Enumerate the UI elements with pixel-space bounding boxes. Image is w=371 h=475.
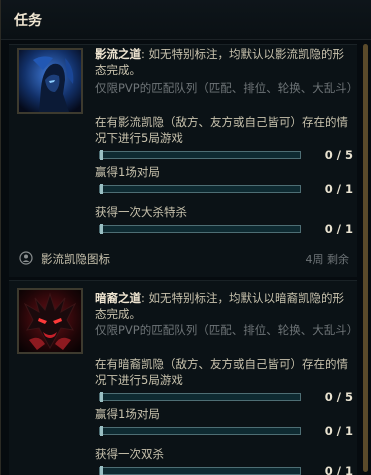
scrollbar[interactable] — [363, 44, 368, 472]
objective-text: 在有暗裔凯隐（敌方、友方或自己皆可）存在的情况下进行5局游戏 — [95, 357, 348, 387]
reward-icon — [19, 251, 33, 265]
objective-text: 赢得1场对局 — [95, 407, 160, 421]
progress-bar — [99, 426, 301, 436]
objective-text: 获得一次大杀特杀 — [95, 205, 187, 219]
objective-3: 获得一次双杀 0 / 1 — [95, 446, 353, 475]
mission-card-darkin[interactable]: 暗裔之道: 如无特别标注，均默认以暗裔凯隐的形态完成。 仅限PVP的匹配队列（匹… — [9, 280, 359, 475]
progress-bar — [99, 184, 301, 194]
objective-text: 赢得1场对局 — [95, 165, 160, 179]
objective-2: 赢得1场对局 0 / 1 — [95, 406, 353, 438]
mission-description: 影流之道: 如无特别标注，均默认以影流凯隐的形态完成。 — [95, 47, 345, 77]
reward-row[interactable]: 影流凯隐图标 4周 剩余 — [17, 248, 355, 268]
reward-label: 影流凯隐图标 — [41, 252, 110, 266]
scrollbar-thumb[interactable] — [363, 44, 368, 472]
mission-card-shadow[interactable]: 影流之道: 如无特别标注，均默认以影流凯隐的形态完成。 仅限PVP的匹配队列（匹… — [9, 44, 359, 277]
progress-bar — [99, 466, 301, 475]
progress-bar — [99, 224, 301, 234]
mission-title: 影流之道 — [95, 47, 141, 61]
progress-count: 0 / 1 — [324, 222, 353, 236]
progress-bar — [99, 392, 301, 402]
mission-title: 暗裔之道 — [95, 291, 141, 305]
missions-header: 任务 — [1, 0, 371, 40]
progress-count: 0 / 1 — [324, 464, 353, 475]
time-remaining: 4周 剩余 — [305, 253, 350, 266]
queue-restriction: 仅限PVP的匹配队列（匹配、排位、轮换、大乱斗） — [95, 323, 359, 337]
progress-count: 0 / 5 — [324, 390, 353, 404]
darkin-rhaast-icon — [17, 288, 83, 354]
progress-count: 0 / 1 — [324, 424, 353, 438]
objective-1: 在有影流凯隐（敌方、友方或自己皆可）存在的情况下进行5局游戏 0 / 5 — [95, 114, 353, 162]
objective-text: 获得一次双杀 — [95, 447, 164, 461]
progress-count: 0 / 1 — [324, 182, 353, 196]
shadow-assassin-icon — [17, 48, 83, 114]
objective-1: 在有暗裔凯隐（敌方、友方或自己皆可）存在的情况下进行5局游戏 0 / 5 — [95, 356, 353, 404]
progress-bar — [99, 150, 301, 160]
objective-text: 在有影流凯隐（敌方、友方或自己皆可）存在的情况下进行5局游戏 — [95, 115, 348, 145]
objective-3: 获得一次大杀特杀 0 / 1 — [95, 204, 353, 236]
missions-panel: 任务 影流之道: 如无特别标注，均默认以影流凯隐的形态完成。 仅限PVP的匹配队… — [0, 0, 371, 475]
queue-restriction: 仅限PVP的匹配队列（匹配、排位、轮换、大乱斗） — [95, 81, 359, 95]
progress-count: 0 / 5 — [324, 148, 353, 162]
objective-2: 赢得1场对局 0 / 1 — [95, 164, 353, 196]
mission-description: 暗裔之道: 如无特别标注，均默认以暗裔凯隐的形态完成。 — [95, 291, 345, 321]
panel-title: 任务 — [14, 13, 42, 29]
